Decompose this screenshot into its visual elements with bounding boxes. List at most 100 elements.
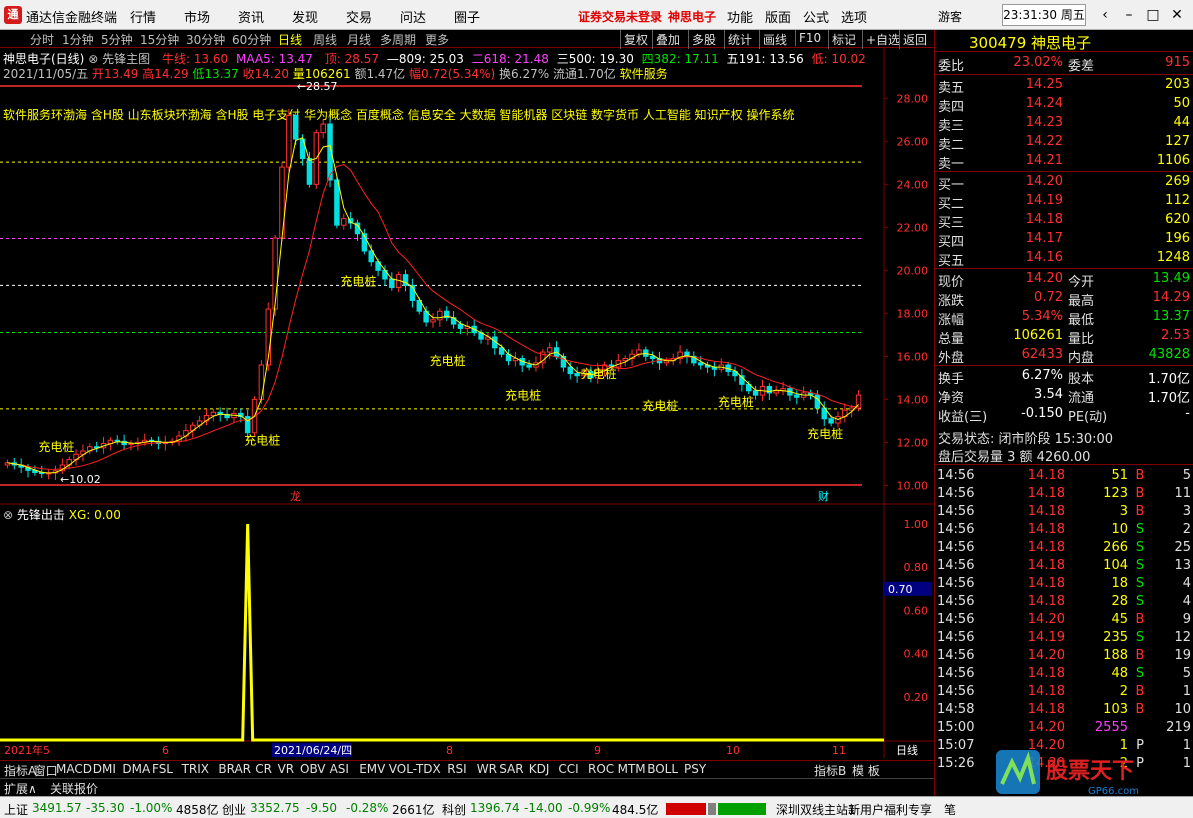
- indicator-tab-20[interactable]: MTM: [618, 762, 646, 776]
- indicator-tab-7[interactable]: BRAR: [218, 762, 251, 776]
- indicator-tab-10[interactable]: OBV: [300, 762, 326, 776]
- indicator-tab-0[interactable]: 指标A: [4, 762, 36, 779]
- indicator-tab-16[interactable]: SAR: [499, 762, 523, 776]
- indicator-tab-13[interactable]: VOL-TDX: [389, 762, 441, 776]
- stat2-row[interactable]: 收益(三) -0.150 PE(动) -: [935, 405, 1193, 425]
- menu-hangqing[interactable]: 行情: [130, 7, 156, 26]
- indicator-tab-6[interactable]: TRIX: [182, 762, 209, 776]
- indicator-tab-3[interactable]: DMI: [93, 762, 116, 776]
- tab-15min[interactable]: 15分钟: [140, 31, 179, 48]
- menu-xuanxiang[interactable]: 选项: [841, 7, 867, 26]
- tick-row: 14:56 14.18 104 S 13: [937, 558, 1191, 573]
- back-button[interactable]: 返回: [899, 30, 930, 49]
- back-icon[interactable]: ‹: [1094, 4, 1116, 26]
- tab-multi-period[interactable]: 多周期: [380, 31, 416, 48]
- menu-zixun[interactable]: 资讯: [238, 7, 264, 26]
- ad-banner[interactable]: 新用户福利专享: [848, 801, 932, 818]
- template-tab[interactable]: 模 板: [852, 762, 880, 779]
- ask-row[interactable]: 卖一 14.21 1106: [935, 152, 1193, 172]
- indicator-tab-18[interactable]: CCI: [558, 762, 578, 776]
- candle-body: [560, 355, 567, 368]
- tick-row: 14:56 14.18 28 S 4: [937, 594, 1191, 609]
- indicator-tab-2[interactable]: MACD: [56, 762, 92, 776]
- server-station[interactable]: 深圳双线主站1: [776, 801, 856, 818]
- indicator-tab-11[interactable]: ASI: [330, 762, 349, 776]
- indicator-tab-4[interactable]: DMA: [122, 762, 150, 776]
- menu-jiaoyi[interactable]: 交易: [346, 7, 372, 26]
- add-watchlist-button[interactable]: +自选: [862, 30, 903, 49]
- tab-weekly[interactable]: 周线: [313, 31, 337, 48]
- tab-fenshi[interactable]: 分时: [30, 31, 54, 48]
- price-tick-label: 24.00: [897, 178, 929, 191]
- tab-monthly[interactable]: 月线: [347, 31, 371, 48]
- minimize-icon[interactable]: –: [1118, 4, 1140, 26]
- menu-quanzi[interactable]: 圈子: [454, 7, 480, 26]
- menu-banmian[interactable]: 版面: [765, 7, 791, 26]
- ask-row[interactable]: 卖三 14.23 44: [935, 114, 1193, 134]
- bid-row[interactable]: 买二 14.19 112: [935, 192, 1193, 212]
- candle-body: [457, 323, 464, 329]
- indicator-tab-14[interactable]: RSI: [447, 762, 467, 776]
- candle-body: [828, 418, 834, 424]
- signal-label: 充电桩: [38, 439, 74, 454]
- indicator-b-tab[interactable]: 指标B: [814, 762, 846, 779]
- candle-body: [430, 319, 436, 323]
- stat-row[interactable]: 涨幅 5.34% 最低 13.37: [935, 308, 1193, 328]
- stat-row[interactable]: 现价 14.20 今开 13.49: [935, 270, 1193, 290]
- menu-gongshi[interactable]: 公式: [803, 7, 829, 26]
- menu-shichang[interactable]: 市场: [184, 7, 210, 26]
- stat-row[interactable]: 外盘 62433 内盘 43828: [935, 346, 1193, 366]
- ask-row[interactable]: 卖二 14.22 127: [935, 133, 1193, 153]
- indicator-tab-19[interactable]: ROC: [588, 762, 614, 776]
- xg-value: XG: 0.00: [68, 508, 121, 522]
- sub-indicator-name[interactable]: 先锋出击: [17, 508, 65, 522]
- ask-row[interactable]: 卖五 14.25 203: [935, 76, 1193, 96]
- kline-chart[interactable]: 充电桩 充电桩充电桩充电桩充电桩充电桩充电桩 充电桩充电桩←28.57←10.02龙…: [0, 48, 934, 758]
- stat2-row[interactable]: 换手 6.27% 股本 1.70亿: [935, 367, 1193, 387]
- bid-row[interactable]: 买五 14.16 1248: [935, 249, 1193, 269]
- bid-row[interactable]: 买三 14.18 620: [935, 211, 1193, 231]
- indicator-tab-22[interactable]: PSY: [684, 762, 706, 776]
- biaoji-button[interactable]: 标记: [828, 30, 859, 49]
- indicator-tab-5[interactable]: FSL: [152, 762, 173, 776]
- pen-icon[interactable]: 笔: [944, 801, 956, 818]
- menu-wenda[interactable]: 问达: [400, 7, 426, 26]
- sub-settings-icon[interactable]: ⊗: [3, 508, 13, 522]
- tab-30min[interactable]: 30分钟: [186, 31, 225, 48]
- price-tick-label: 22.00: [897, 221, 929, 234]
- duogu-button[interactable]: 多股: [688, 30, 719, 49]
- stat-row[interactable]: 总量 106261 量比 2.53: [935, 327, 1193, 347]
- tab-5min[interactable]: 5分钟: [101, 31, 133, 48]
- menu-faxian[interactable]: 发现: [292, 7, 318, 26]
- sub-axis: 1.00 0.80 0.60 0.40 0.20 0.70: [884, 518, 932, 704]
- tongji-button[interactable]: 统计: [724, 30, 755, 49]
- candle-body: [622, 358, 628, 362]
- tab-more[interactable]: 更多: [425, 31, 449, 48]
- user-label[interactable]: 游客: [938, 8, 962, 25]
- bid-row[interactable]: 买四 14.17 196: [935, 230, 1193, 250]
- indicator-tab-12[interactable]: EMV: [359, 762, 385, 776]
- indicator-tab-21[interactable]: BOLL: [647, 762, 678, 776]
- related-quote-tab[interactable]: 关联报价: [50, 780, 98, 797]
- huaxian-button[interactable]: 画线: [759, 30, 790, 49]
- indicator-tab-1[interactable]: 窗口: [34, 762, 58, 779]
- indicator-tab-8[interactable]: CR: [255, 762, 272, 776]
- f10-button[interactable]: F10: [795, 30, 824, 46]
- stat-row[interactable]: 涨跌 0.72 最高 14.29: [935, 289, 1193, 309]
- indicator-tab-17[interactable]: KDJ: [529, 762, 550, 776]
- indicator-tab-15[interactable]: WR: [477, 762, 497, 776]
- indicator-tab-9[interactable]: VR: [278, 762, 295, 776]
- fuquan-button[interactable]: 复权: [620, 30, 651, 49]
- diejia-button[interactable]: 叠加: [652, 30, 683, 49]
- stat2-row[interactable]: 净资 3.54 流通 1.70亿: [935, 386, 1193, 406]
- menu-gongneng[interactable]: 功能: [727, 7, 753, 26]
- tab-daily[interactable]: 日线: [278, 31, 302, 48]
- tab-60min[interactable]: 60分钟: [232, 31, 271, 48]
- login-warning[interactable]: 证券交易未登录: [578, 8, 662, 25]
- close-icon[interactable]: ✕: [1166, 4, 1188, 26]
- bid-row[interactable]: 买一 14.20 269: [935, 173, 1193, 193]
- maximize-icon[interactable]: □: [1142, 4, 1164, 26]
- tab-1min[interactable]: 1分钟: [62, 31, 94, 48]
- ask-row[interactable]: 卖四 14.24 50: [935, 95, 1193, 115]
- expand-tab[interactable]: 扩展∧: [4, 780, 37, 797]
